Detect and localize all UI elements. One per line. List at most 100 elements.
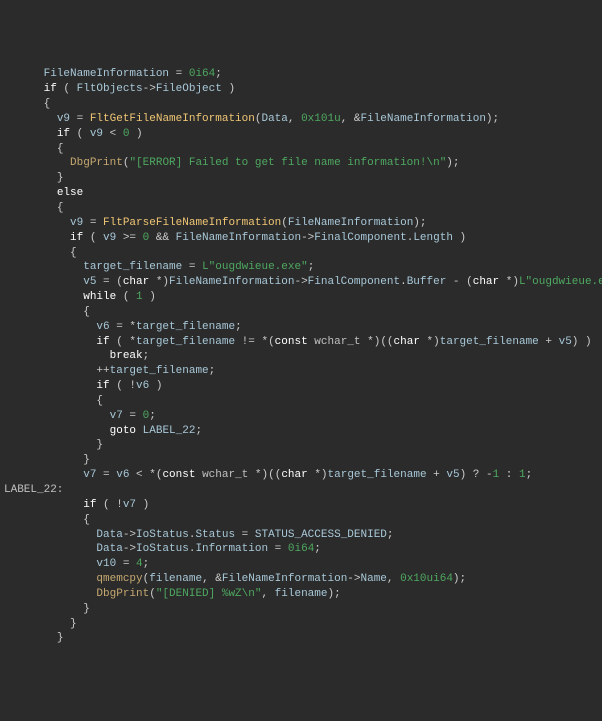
token-gv: v5 [446, 469, 459, 481]
token-op: *) [420, 336, 440, 348]
token-op: ++ [96, 365, 109, 377]
code-line[interactable]: } [4, 438, 602, 453]
code-line[interactable]: v7 = 0; [4, 409, 602, 424]
token-op: *) [499, 276, 519, 288]
token-gv: FileNameInformation [288, 217, 413, 229]
code-line[interactable]: Data->IoStatus.Status = STATUS_ACCESS_DE… [4, 528, 602, 543]
code-line[interactable]: { [4, 513, 602, 528]
code-line[interactable]: target_filename = L"ougdwieue.exe"; [4, 260, 602, 275]
token-op: = * [110, 321, 136, 333]
code-line[interactable]: break; [4, 349, 602, 364]
token-gv: Data [261, 113, 287, 125]
token-str: "[ERROR] Failed to get file name informa… [129, 157, 446, 169]
code-decompiler-view[interactable]: FileNameInformation = 0i64; if ( FltObje… [4, 67, 602, 646]
token-kw: char [473, 276, 499, 288]
code-line[interactable]: v9 = FltParseFileNameInformation(FileNam… [4, 216, 602, 231]
code-line[interactable]: v9 = FltGetFileNameInformation(Data, 0x1… [4, 112, 602, 127]
code-line[interactable]: } [4, 602, 602, 617]
token-fn: FltGetFileNameInformation [90, 113, 255, 125]
token-gv: Data [96, 543, 122, 555]
code-line[interactable]: v5 = (char *)FileNameInformation->FinalC… [4, 275, 602, 290]
token-gv: v7 [123, 499, 136, 511]
token-num: 0x101u [301, 113, 341, 125]
token-num: 1 [136, 291, 143, 303]
code-line[interactable]: goto LABEL_22; [4, 424, 602, 439]
token-op: + [427, 469, 447, 481]
code-line[interactable]: if ( v9 >= 0 && FileNameInformation->Fin… [4, 231, 602, 246]
token-op: , [261, 588, 274, 600]
token-op: -> [143, 83, 156, 95]
code-line[interactable]: { [4, 142, 602, 157]
token-str: L"ougdwieue.exe" [202, 261, 308, 273]
code-line[interactable]: v10 = 4; [4, 557, 602, 572]
token-num: 0x10ui64 [400, 573, 453, 585]
token-op: ) [143, 291, 156, 303]
token-kw: const [275, 336, 308, 348]
code-line[interactable]: Data->IoStatus.Information = 0i64; [4, 542, 602, 557]
token-gv: v5 [559, 336, 572, 348]
code-line[interactable]: FileNameInformation = 0i64; [4, 67, 602, 82]
token-gv: FileNameInformation [44, 68, 169, 80]
token-kw: if [96, 380, 109, 392]
code-line[interactable]: if ( !v7 ) [4, 498, 602, 513]
token-str: "[DENIED] %wZ\n" [156, 588, 262, 600]
code-line[interactable]: { [4, 305, 602, 320]
token-op: { [96, 395, 103, 407]
token-kw: break [110, 350, 143, 362]
token-op: ( ! [110, 380, 136, 392]
token-num: 4 [136, 558, 143, 570]
token-gv: v9 [103, 232, 116, 244]
token-kw: if [44, 83, 57, 95]
token-op: = [169, 68, 189, 80]
token-kw: char [394, 336, 420, 348]
token-op: = [123, 410, 143, 422]
code-line[interactable]: } [4, 617, 602, 632]
token-op: ) [129, 128, 142, 140]
code-line[interactable]: { [4, 97, 602, 112]
token-type: wchar_t [314, 336, 360, 348]
code-line[interactable]: } [4, 453, 602, 468]
code-line[interactable]: ++target_filename; [4, 364, 602, 379]
token-op: ( * [110, 336, 136, 348]
code-line[interactable]: qmemcpy(filename, &FileNameInformation->… [4, 572, 602, 587]
code-line[interactable]: if ( v9 < 0 ) [4, 127, 602, 142]
code-line[interactable]: } [4, 171, 602, 186]
token-gv: FileNameInformation [222, 573, 347, 585]
token-op: != *( [235, 336, 275, 348]
code-line[interactable]: LABEL_22: [4, 483, 602, 498]
code-line[interactable]: v7 = v6 < *(const wchar_t *)((char *)tar… [4, 468, 602, 483]
code-line[interactable]: while ( 1 ) [4, 290, 602, 305]
token-op: , [288, 113, 301, 125]
code-line[interactable]: { [4, 201, 602, 216]
token-op: { [44, 98, 51, 110]
code-line[interactable]: if ( *target_filename != *(const wchar_t… [4, 335, 602, 350]
token-op: ( [70, 128, 90, 140]
token-op: = [268, 543, 288, 555]
code-line[interactable]: DbgPrint("[DENIED] %wZ\n", filename); [4, 587, 602, 602]
token-label: LABEL_22: [4, 484, 63, 496]
token-num: 1 [519, 469, 526, 481]
code-line[interactable]: else [4, 186, 602, 201]
token-op: *) [149, 276, 169, 288]
token-op: } [70, 618, 77, 630]
code-line[interactable]: { [4, 246, 602, 261]
code-line[interactable]: { [4, 394, 602, 409]
token-kw: while [83, 291, 116, 303]
token-op: >= [116, 232, 142, 244]
token-op: , & [202, 573, 222, 585]
code-line[interactable]: if ( !v6 ) [4, 379, 602, 394]
token-op: = [83, 217, 103, 229]
token-kw: if [57, 128, 70, 140]
token-op: { [70, 247, 77, 259]
token-op: *)(( [361, 336, 394, 348]
token-op: ) ? - [460, 469, 493, 481]
token-kw: const [162, 469, 195, 481]
code-line[interactable]: DbgPrint("[ERROR] Failed to get file nam… [4, 156, 602, 171]
code-line[interactable]: } [4, 631, 602, 646]
token-op: ); [446, 157, 459, 169]
code-line[interactable]: v6 = *target_filename; [4, 320, 602, 335]
token-op: ); [327, 588, 340, 600]
code-line[interactable]: if ( FltObjects->FileObject ) [4, 82, 602, 97]
token-op: ( [57, 83, 77, 95]
token-str: L"ougdwieue.exe" [519, 276, 602, 288]
